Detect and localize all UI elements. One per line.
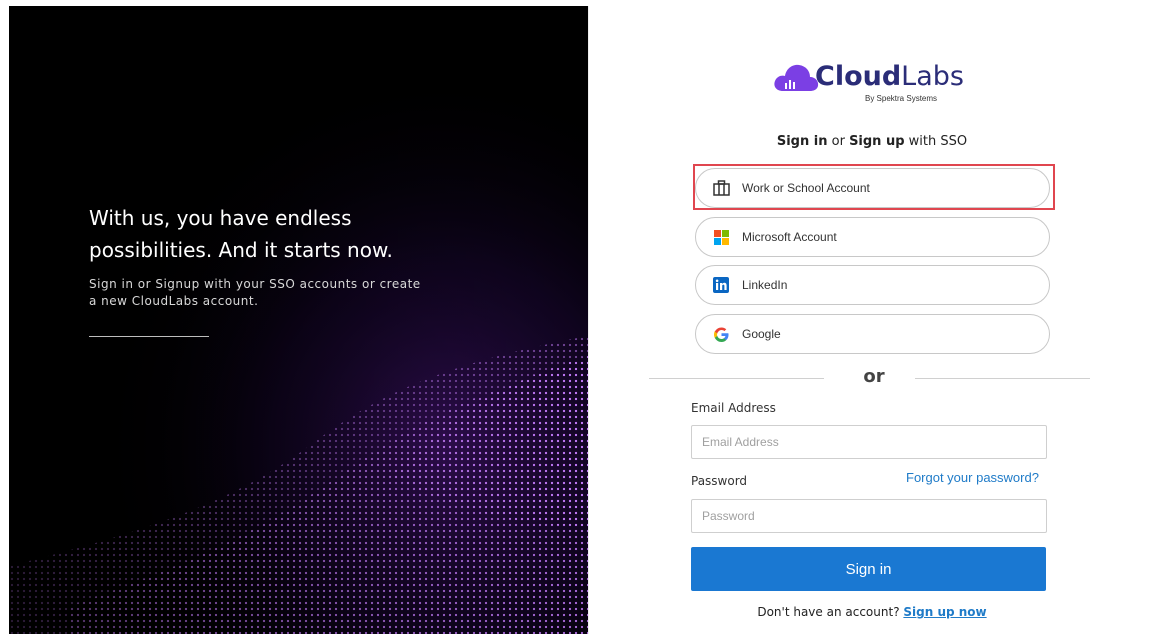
password-input[interactable] [691,499,1047,533]
hero-heading-line1: With us, you have endless [89,206,352,230]
logo-word-bold: Cloud [815,61,902,92]
or-line-right [915,378,1090,379]
hero-subtext-line1: Sign in or Signup with your SSO accounts… [89,277,421,291]
hero-divider [89,336,209,337]
logo-tagline: By Spektra Systems [865,94,938,103]
signin-panel: CloudLabs By Spektra Systems Sign in or … [588,6,1154,634]
logo-word-light: Labs [901,61,964,92]
linkedin-button[interactable]: LinkedIn [695,265,1050,305]
email-input[interactable] [691,425,1047,459]
logo-wordmark: CloudLabs [815,61,964,93]
sso-title-or: or [827,134,850,149]
hero-panel: With us, you have endless possibilities.… [9,6,588,634]
microsoft-account-label: Microsoft Account [742,230,837,244]
google-icon [712,325,730,343]
briefcase-icon [712,179,730,197]
email-label: Email Address [691,401,776,415]
work-school-account-button[interactable]: Work or School Account [695,168,1050,208]
microsoft-account-button[interactable]: Microsoft Account [695,217,1050,257]
microsoft-icon [712,228,730,246]
password-label: Password [691,474,748,488]
signup-link[interactable]: Sign up now [903,605,986,619]
forgot-password-link[interactable]: Forgot your password? [906,470,1039,485]
work-school-account-label: Work or School Account [742,181,870,195]
signin-button[interactable]: Sign in [691,547,1046,591]
hero-wave-art [9,6,588,634]
sso-title-signup: Sign up [849,134,905,149]
or-text: or [863,366,885,387]
hero-heading: With us, you have endless possibilities.… [89,202,509,266]
sso-title: Sign in or Sign up with SSO [589,134,1154,149]
linkedin-label: LinkedIn [742,278,788,292]
sso-title-signin: Sign in [776,134,828,149]
cloud-logo-icon [774,64,819,91]
cloudlabs-logo: CloudLabs By Spektra Systems [773,57,973,113]
linkedin-icon [712,276,730,294]
hero-heading-line2: possibilities. And it starts now. [89,238,393,262]
signup-row: Don't have an account? Sign up now [589,605,1154,619]
or-line-left [649,378,824,379]
signup-prompt: Don't have an account? [757,605,900,619]
hero-subtext: Sign in or Signup with your SSO accounts… [89,276,489,310]
sso-title-with: with SSO [904,134,968,149]
or-divider: or [649,366,1090,390]
google-button[interactable]: Google [695,314,1050,354]
login-page: With us, you have endless possibilities.… [0,0,1154,634]
google-label: Google [742,327,781,341]
hero-subtext-line2: a new CloudLabs account. [89,294,259,308]
